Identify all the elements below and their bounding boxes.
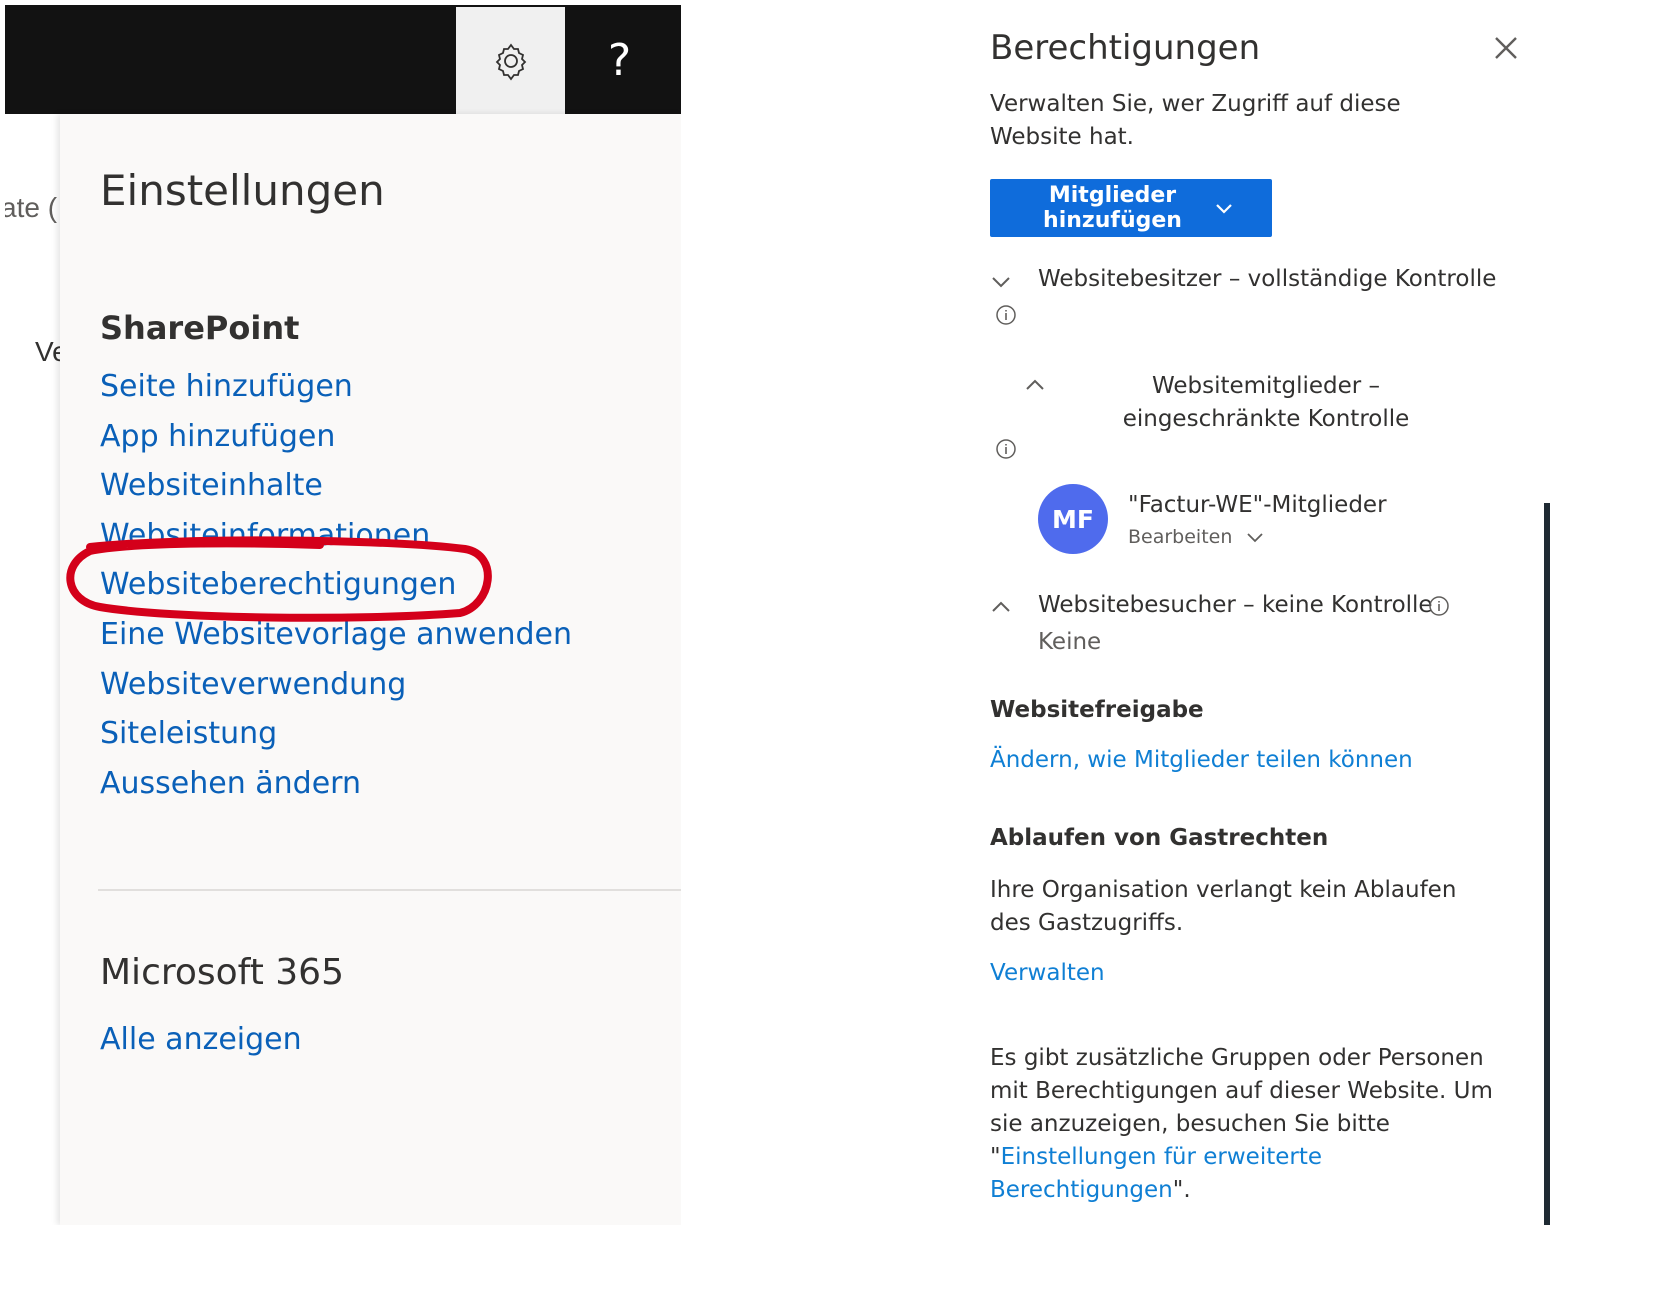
link-alle-anzeigen[interactable]: Alle anzeigen [100,1022,302,1057]
member-role-dropdown[interactable]: Bearbeiten [1128,526,1264,548]
member-group-name: "Factur-WE"-Mitglieder [1128,492,1387,518]
permissions-panel: Berechtigungen Verwalten Sie, wer Zugrif… [990,0,1550,1203]
change-sharing-link[interactable]: Ändern, wie Mitglieder teilen können [990,747,1413,773]
permissions-title: Berechtigungen [990,28,1261,68]
advanced-permissions-note: Es gibt zusätzliche Gruppen oder Persone… [990,1042,1500,1207]
sharepoint-links: Seite hinzufügen App hinzufügen Websitei… [100,362,572,808]
help-button[interactable]: ? [565,7,674,114]
advanced-permissions-link[interactable]: Einstellungen für erweiterte Berechtigun… [990,1144,1322,1203]
microsoft-365-heading: Microsoft 365 [100,952,344,993]
sharepoint-heading: SharePoint [100,309,300,347]
chevron-up-icon[interactable] [1024,374,1046,396]
link-aussehen-aendern[interactable]: Aussehen ändern [100,759,572,809]
link-websitevorlage-anwenden[interactable]: Eine Websitevorlage anwenden [100,610,572,660]
add-members-label: Mitglieder hinzufügen [1043,183,1182,233]
info-icon[interactable] [995,304,1017,326]
settings-screenshot: ? ate ( Ve Einstellungen SharePoint Seit… [5,5,681,1225]
settings-panel: Einstellungen SharePoint Seite hinzufüge… [60,114,681,1225]
chevron-down-icon [1247,533,1264,543]
visitors-value: Keine [1038,629,1102,655]
settings-button[interactable] [456,7,565,114]
link-websiteberechtigungen[interactable]: Websiteberechtigungen [100,560,572,610]
chevron-down-icon[interactable] [990,270,1012,292]
visitors-group-label: Websitebesucher – keine Kontrolle [1038,592,1433,618]
settings-title: Einstellungen [100,166,385,215]
member-role-label: Bearbeiten [1128,526,1233,548]
visitors-group-text: Websitebesucher – keine Kontrolle [1038,592,1433,618]
gear-icon [495,43,526,80]
info-icon[interactable] [995,438,1017,460]
guest-expiration-text: Ihre Organisation verlangt kein Ablaufen… [990,877,1457,936]
link-websiteinformationen[interactable]: Websiteinformationen [100,511,572,561]
note-text-end: ". [1172,1177,1191,1203]
info-icon[interactable] [1428,595,1450,617]
chevron-up-icon[interactable] [990,596,1012,618]
suite-top-bar: ? [5,5,681,114]
link-websiteverwendung[interactable]: Websiteverwendung [100,660,572,710]
members-group-label: Websitemitglieder – eingeschränkte Kontr… [1122,373,1410,432]
manage-link[interactable]: Verwalten [990,960,1105,986]
link-app-hinzufuegen[interactable]: App hinzufügen [100,412,572,462]
background-page-fragment: ate ( Ve [5,114,60,1225]
window-edge [1544,503,1550,1225]
link-seite-hinzufuegen[interactable]: Seite hinzufügen [100,362,572,412]
link-websiteinhalte[interactable]: Websiteinhalte [100,461,572,511]
help-icon: ? [607,35,632,86]
section-divider [98,889,681,891]
background-text-fragment: ate ( [5,192,58,223]
owners-group-label: Websitebesitzer – vollständige Kontrolle [1038,266,1497,292]
avatar: MF [1038,484,1108,554]
link-siteleistung[interactable]: Siteleistung [100,709,572,759]
permissions-description: Verwalten Sie, wer Zugriff auf diese Web… [990,91,1401,150]
close-icon[interactable] [1490,32,1522,64]
chevron-down-icon [1216,204,1232,214]
site-sharing-heading: Websitefreigabe [990,697,1204,723]
add-members-button[interactable]: Mitglieder hinzufügen [990,179,1272,237]
background-text-fragment: Ve [35,336,60,367]
guest-expiration-heading: Ablaufen von Gastrechten [990,825,1329,851]
